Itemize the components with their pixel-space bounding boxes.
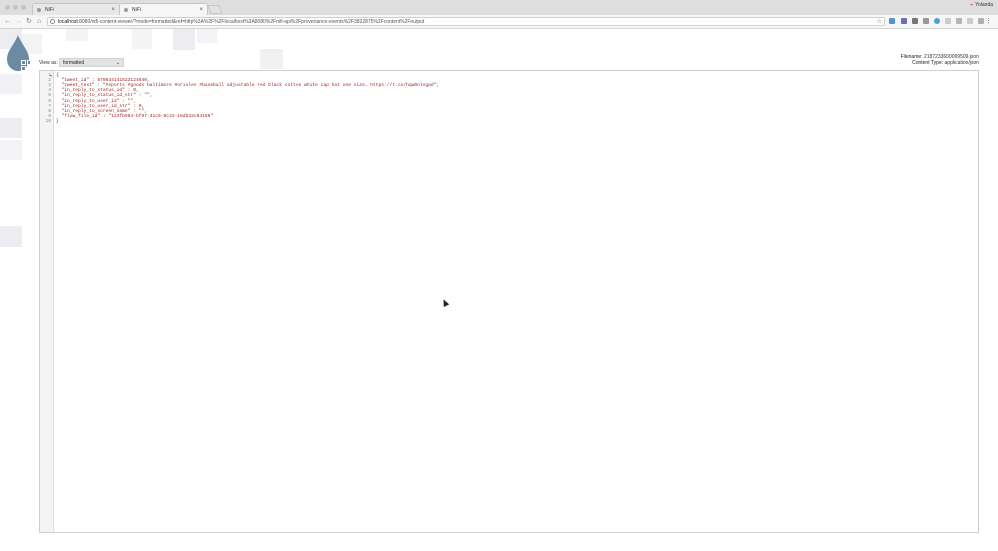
window-zoom-dot[interactable] (21, 5, 26, 10)
view-as-value: formatted (63, 60, 85, 66)
background-tile (0, 140, 22, 160)
content-type-value: application/json (944, 60, 979, 66)
browser-tab-bar: NiFi × NiFi × ⌁ Yolanda (0, 0, 998, 16)
background-tile (260, 49, 283, 69)
content-type-row: Content Type: application/json (912, 60, 979, 66)
url-path: :8080/nifi-content-viewer/?mode=formatte… (77, 19, 425, 25)
window-close-dot[interactable] (5, 5, 10, 10)
site-info-icon[interactable] (50, 19, 55, 24)
extension-icon[interactable] (912, 18, 918, 24)
line-number: 10 (45, 118, 51, 124)
background-tile (197, 29, 217, 43)
content-viewer-page: View as: formatted ⌄ Filename: 218723360… (0, 29, 998, 551)
reload-icon[interactable]: ↻ (26, 17, 32, 26)
profile-button[interactable]: ⌁ Yolanda (970, 2, 993, 8)
background-tile (0, 226, 22, 247)
extension-icon[interactable] (967, 18, 973, 24)
code-line: } (56, 118, 59, 124)
star-icon[interactable]: ☆ (877, 18, 882, 26)
extension-icon[interactable] (889, 18, 895, 24)
browser-tab-1[interactable]: NiFi × (32, 3, 120, 15)
tab-title: NiFi (45, 7, 54, 13)
content-type-label: Content Type: (912, 60, 944, 66)
address-bar[interactable]: localhost:8080/nifi-content-viewer/?mode… (47, 17, 885, 26)
new-tab-button[interactable] (207, 5, 223, 14)
line-number-gutter (40, 71, 54, 532)
extension-icon[interactable] (945, 18, 951, 24)
background-tile (132, 29, 152, 49)
extension-icon[interactable] (934, 18, 940, 24)
profile-name: Yolanda (975, 2, 993, 8)
code-editor[interactable]: ▾ 1{2 "tweet_id" : 870634141523124940, 3 … (39, 70, 979, 533)
nifi-favicon-icon (37, 8, 41, 12)
browser-menu-icon[interactable]: ⋮ (985, 17, 992, 26)
extension-icon[interactable] (901, 18, 907, 24)
extension-icon[interactable] (923, 18, 929, 24)
forward-arrow-icon[interactable]: → (15, 17, 22, 26)
tab-title: NiFi (132, 7, 141, 13)
window-minimize-dot[interactable] (13, 5, 18, 10)
background-tile (66, 29, 88, 41)
view-as-label: View as: (39, 60, 58, 66)
back-arrow-icon[interactable]: ← (4, 17, 11, 26)
url-host: localhost (58, 19, 78, 25)
user-profile-icon: ⌁ (970, 2, 974, 8)
background-tile (0, 74, 22, 94)
nifi-favicon-icon (124, 8, 128, 12)
nifi-drop-logo (7, 35, 31, 71)
chevron-down-icon: ⌄ (115, 60, 120, 66)
browser-toolbar: ← → ↻ ⌂ localhost:8080/nifi-content-view… (0, 15, 998, 29)
code-line: "flow_file_id" : "123fb994-bf97-41c6-8c3… (56, 113, 214, 119)
background-tile (173, 29, 195, 50)
home-icon[interactable]: ⌂ (37, 17, 41, 26)
extension-icon[interactable] (978, 18, 984, 24)
extension-icon[interactable] (956, 18, 962, 24)
view-as-select[interactable]: formatted ⌄ (59, 58, 124, 67)
browser-tab-2[interactable]: NiFi × (119, 3, 208, 15)
background-tile (0, 118, 22, 138)
